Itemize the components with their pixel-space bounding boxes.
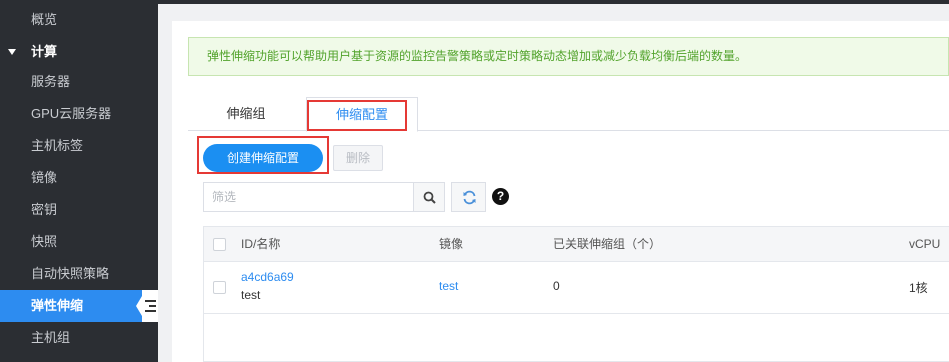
tab-bar: 伸缩组 伸缩配置 bbox=[188, 97, 949, 132]
col-image: 镜像 bbox=[439, 237, 464, 251]
sidebar-item-host-groups[interactable]: 主机组 bbox=[0, 322, 158, 354]
refresh-icon bbox=[463, 190, 476, 205]
sidebar-item-host-tags[interactable]: 主机标签 bbox=[0, 130, 158, 162]
sidebar-item-overview[interactable]: 概览 bbox=[0, 4, 158, 36]
sidebar-item-auto-scaling[interactable]: 弹性伸缩 bbox=[0, 290, 158, 322]
sidebar-item-snapshots[interactable]: 快照 bbox=[0, 226, 158, 258]
create-scaling-config-button[interactable]: 创建伸缩配置 bbox=[203, 144, 323, 172]
caret-down-icon bbox=[8, 49, 16, 55]
sidebar-item-auto-snapshot-policy[interactable]: 自动快照策略 bbox=[0, 258, 158, 290]
linked-groups-count: 0 bbox=[553, 279, 560, 293]
col-id-name: ID/名称 bbox=[241, 237, 281, 251]
search-icon bbox=[423, 191, 436, 204]
info-notice: 弹性伸缩功能可以帮助用户基于资源的监控告警策略或定时策略动态增加或减少负载均衡后… bbox=[188, 37, 949, 76]
select-all-checkbox[interactable] bbox=[213, 238, 226, 251]
sidebar-item-images[interactable]: 镜像 bbox=[0, 162, 158, 194]
vcpu-value: 1核 bbox=[909, 281, 928, 295]
config-id-link[interactable]: a4cd6a69 bbox=[241, 270, 294, 284]
row-checkbox[interactable] bbox=[213, 281, 226, 294]
image-link[interactable]: test bbox=[439, 279, 458, 293]
table-row: a4cd6a69 test test 0 1核 bbox=[204, 262, 949, 314]
tab-scaling-group[interactable]: 伸缩组 bbox=[202, 97, 290, 131]
main-content: 弹性伸缩功能可以帮助用户基于资源的监控告警策略或定时策略动态增加或减少负载均衡后… bbox=[172, 21, 949, 362]
col-linked-groups: 已关联伸缩组（个） bbox=[553, 237, 662, 251]
col-vcpu: vCPU bbox=[909, 237, 941, 251]
filter-input[interactable] bbox=[203, 182, 413, 212]
top-bar bbox=[158, 0, 949, 4]
table-header: ID/名称 镜像 已关联伸缩组（个） vCPU bbox=[204, 227, 949, 262]
tab-scaling-config[interactable]: 伸缩配置 bbox=[306, 97, 418, 132]
scaling-config-table: ID/名称 镜像 已关联伸缩组（个） vCPU a4cd6a69 test te… bbox=[203, 226, 949, 362]
sidebar: 概览 计算 服务器 GPU云服务器 主机标签 镜像 密钥 快照 自动快照策略 弹… bbox=[0, 0, 158, 362]
sidebar-group-compute[interactable]: 计算 bbox=[0, 36, 158, 68]
delete-button[interactable]: 删除 bbox=[333, 145, 383, 171]
sidebar-item-gpu-servers[interactable]: GPU云服务器 bbox=[0, 98, 158, 130]
collapse-menu-icon[interactable] bbox=[142, 290, 158, 322]
search-button[interactable] bbox=[413, 182, 445, 212]
sidebar-item-keys[interactable]: 密钥 bbox=[0, 194, 158, 226]
config-name: test bbox=[241, 288, 261, 302]
refresh-button[interactable] bbox=[451, 182, 486, 212]
sidebar-item-servers[interactable]: 服务器 bbox=[0, 66, 158, 98]
help-icon[interactable]: ? bbox=[492, 188, 509, 205]
